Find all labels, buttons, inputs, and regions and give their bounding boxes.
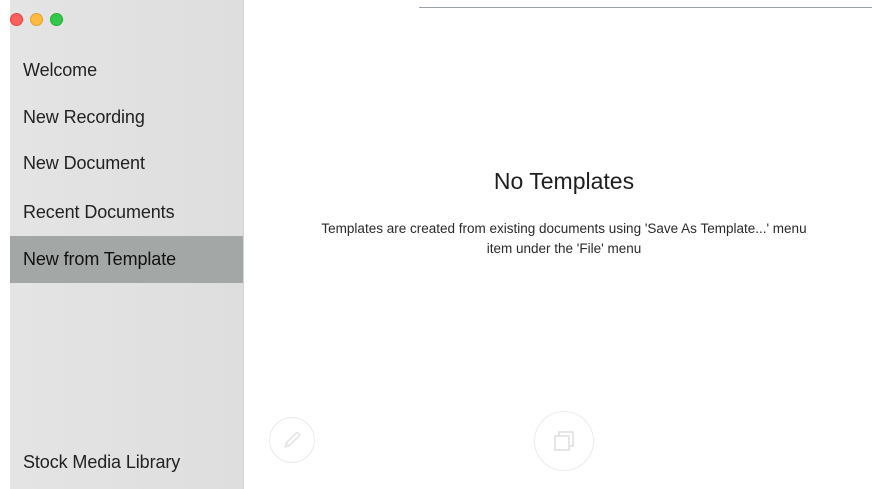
- duplicate-icon: [554, 431, 574, 451]
- pencil-icon: [284, 431, 301, 448]
- sidebar-item-welcome[interactable]: Welcome: [10, 47, 243, 94]
- start-window: Welcome New Recording New Document Recen…: [0, 0, 872, 489]
- close-window-button[interactable]: [10, 13, 23, 26]
- window-edge: [0, 0, 10, 489]
- sidebar-item-new-recording[interactable]: New Recording: [10, 94, 243, 141]
- sidebar: Welcome New Recording New Document Recen…: [10, 0, 244, 489]
- empty-state-description-line-2: item under the 'File' menu: [486, 241, 642, 256]
- sidebar-item-new-document[interactable]: New Document: [10, 140, 243, 187]
- empty-state-title: No Templates: [493, 168, 635, 194]
- template-pane: No Templates Templates are created from …: [244, 0, 872, 489]
- empty-state-description: Templates are created from existing docu…: [244, 219, 872, 259]
- sidebar-item-stock-media-library[interactable]: Stock Media Library: [10, 439, 243, 486]
- minimize-window-button[interactable]: [30, 13, 43, 26]
- duplicate-template-button[interactable]: [534, 411, 594, 471]
- sidebar-item-new-from-template[interactable]: New from Template: [10, 236, 243, 283]
- zoom-window-button[interactable]: [50, 13, 63, 26]
- edit-template-button[interactable]: [269, 417, 315, 463]
- empty-state-description-line-1: Templates are created from existing docu…: [321, 221, 807, 236]
- sidebar-item-recent-documents[interactable]: Recent Documents: [10, 189, 243, 236]
